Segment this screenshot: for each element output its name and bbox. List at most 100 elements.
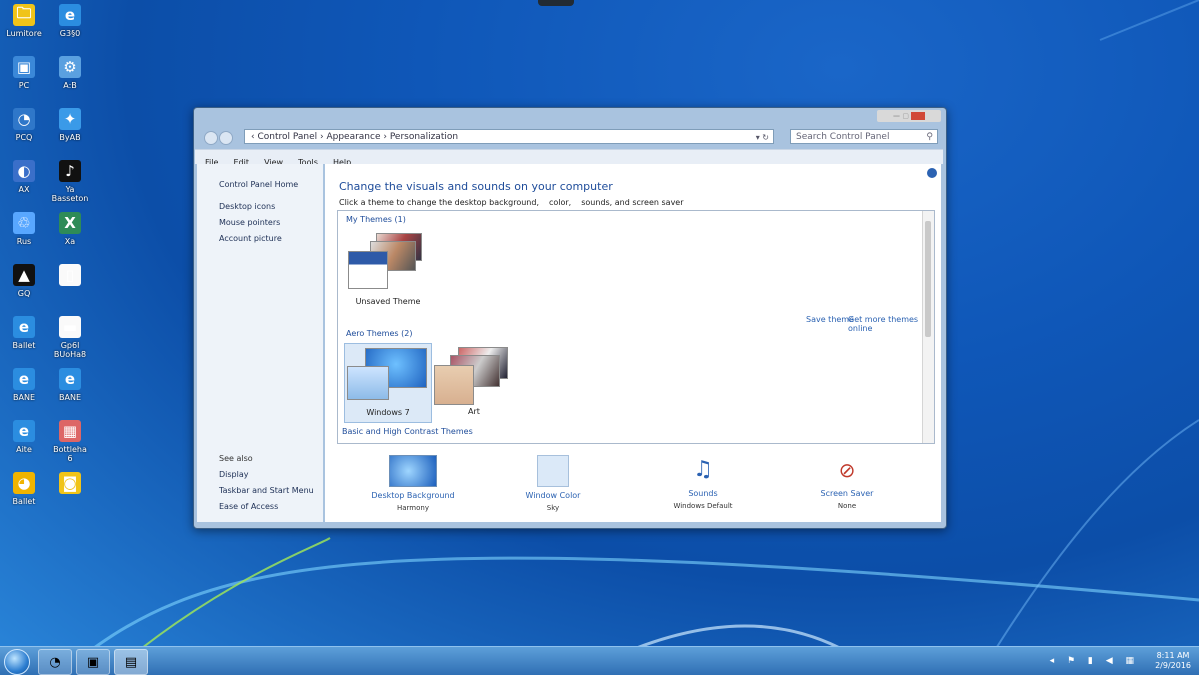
desktop-icon-label: PCQ: [15, 133, 33, 142]
menu-bar: File Edit View Tools Help: [195, 149, 943, 167]
help-icon[interactable]: [927, 168, 937, 178]
screen-saver-button[interactable]: ⊘ Screen Saver None: [797, 455, 897, 510]
save-theme-link[interactable]: Save theme: [806, 315, 854, 324]
nav-control-panel-home[interactable]: Control Panel Home: [219, 180, 298, 189]
nav-see-also: See also: [219, 454, 253, 463]
theme-unsaved-label: Unsaved Theme: [355, 297, 421, 306]
section-my-themes: My Themes (1): [346, 215, 406, 224]
desktop-icon[interactable]: ◙: [47, 472, 93, 497]
system-tray[interactable]: ◂ ⚑ ▮ ◀ ▦: [1050, 656, 1139, 666]
desktop-icon-label: Xa: [64, 237, 76, 246]
desktop-icon[interactable]: ▲ GQ: [1, 264, 47, 298]
desktop-app-icon: ▯: [59, 264, 81, 286]
section-aero-themes: Aero Themes (2): [346, 329, 413, 338]
desktop-app-icon: ◙: [59, 472, 81, 494]
desktop-icon[interactable]: ✦ ByAB: [47, 108, 93, 142]
desktop-icon[interactable]: ▯: [47, 264, 93, 289]
get-more-themes-link[interactable]: Get more themes online: [848, 315, 934, 333]
screen-saver-icon: ⊘: [838, 458, 856, 482]
sounds-icon: ♫: [693, 457, 713, 482]
theme-windows7[interactable]: Windows 7: [344, 343, 432, 423]
desktop-app-icon: ▣: [13, 56, 35, 78]
nav-mouse-pointers[interactable]: Mouse pointers: [219, 218, 280, 227]
taskbar-control-panel-icon[interactable]: ▤: [114, 649, 148, 675]
desktop-app-icon: X: [59, 212, 81, 234]
top-gadget: [538, 0, 574, 6]
desktop-app-icon: ▲: [13, 264, 35, 286]
nav-ease-of-access[interactable]: Ease of Access: [219, 502, 278, 511]
desktop-app-icon: ▦: [59, 420, 81, 442]
desktop-app-icon: ◔: [13, 108, 35, 130]
forward-arrow-icon[interactable]: [219, 131, 233, 145]
desktop-app-icon: ▬: [59, 316, 81, 338]
title-bar[interactable]: — ▢: [194, 108, 946, 128]
taskbar-ie-icon[interactable]: ◔: [38, 649, 72, 675]
desktop-icon[interactable]: X Xa: [47, 212, 93, 246]
window-color-button[interactable]: Window Color Sky: [503, 455, 603, 512]
desktop-icon[interactable]: ▬ Gp6l BUoHa8: [47, 316, 93, 359]
desktop-app-icon: ♪: [59, 160, 81, 182]
desktop-icon-label: PC: [18, 81, 30, 90]
desktop-icon[interactable]: e BANE: [1, 368, 47, 402]
search-input[interactable]: Search Control Panel ⚲: [790, 129, 938, 144]
navigation-row: ‹ Control Panel › Appearance › Personali…: [202, 129, 940, 146]
search-icon[interactable]: ⚲: [926, 130, 933, 145]
desktop-icon[interactable]: e G3§0: [47, 4, 93, 38]
desktop-icon[interactable]: ▦ Bottleha 6: [47, 420, 93, 463]
address-bar[interactable]: ‹ Control Panel › Appearance › Personali…: [244, 129, 774, 144]
theme-art-label: Art: [468, 407, 480, 416]
desktop-icon-label: A:B: [63, 81, 77, 90]
desktop-icon[interactable]: 🗀 Lumitore: [1, 4, 47, 39]
start-button[interactable]: [4, 649, 30, 675]
desktop-icon[interactable]: ▣ PC: [1, 56, 47, 90]
close-button[interactable]: [911, 112, 926, 120]
refresh-icon[interactable]: ▾ ↻: [756, 130, 769, 145]
nav-taskbar[interactable]: Taskbar and Start Menu: [219, 486, 314, 495]
desktop-icon-label: Aite: [16, 445, 32, 454]
desktop-icon-label: Gp6l BUoHa8: [53, 341, 87, 359]
nav-display[interactable]: Display: [219, 470, 249, 479]
desktop-icon[interactable]: ◔ PCQ: [1, 108, 47, 142]
desktop-background-button[interactable]: Desktop Background Harmony: [363, 455, 463, 512]
desktop-icon-label: ByAB: [59, 133, 81, 142]
desktop-app-icon: ⚙: [59, 56, 81, 78]
desktop-icon[interactable]: e Ballet: [1, 316, 47, 350]
desktop-app-icon: e: [13, 368, 35, 390]
content-pane: Change the visuals and sounds on your co…: [325, 164, 941, 522]
theme-list[interactable]: My Themes (1) Unsaved Theme Save theme G…: [337, 210, 935, 444]
desktop-app-icon: e: [13, 420, 35, 442]
desktop-icon[interactable]: ◕ Ballet: [1, 472, 47, 506]
nav-desktop-icons[interactable]: Desktop icons: [219, 202, 275, 211]
page-title: Change the visuals and sounds on your co…: [339, 180, 613, 193]
nav-account-picture[interactable]: Account picture: [219, 234, 282, 243]
desktop-icon-label: Bottleha 6: [53, 445, 87, 463]
desktop-app-icon: ✦: [59, 108, 81, 130]
desktop-icon-label: G3§0: [59, 29, 81, 38]
window-controls[interactable]: — ▢: [877, 110, 941, 122]
desktop-icon-label: Ya Basseton: [51, 185, 89, 203]
desktop-app-icon: 🗀: [13, 4, 35, 26]
personalization-window[interactable]: — ▢ ‹ Control Panel › Appearance › Perso…: [193, 107, 947, 529]
section-basic-themes: Basic and High Contrast Themes: [342, 427, 473, 436]
back-arrow-icon[interactable]: [204, 131, 218, 145]
theme-art[interactable]: Art: [434, 347, 514, 417]
desktop-icon-label: Ballet: [12, 497, 36, 506]
page-description: Click a theme to change the desktop back…: [339, 198, 684, 207]
left-nav-pane: Control Panel Home Desktop icons Mouse p…: [197, 164, 323, 522]
desktop-icon[interactable]: ♪ Ya Basseton: [47, 160, 93, 203]
desktop-icon[interactable]: ◐ AX: [1, 160, 47, 194]
desktop-icon-label: BANE: [13, 393, 35, 402]
taskbar-explorer-icon[interactable]: ▣: [76, 649, 110, 675]
desktop-icon[interactable]: e Aite: [1, 420, 47, 454]
desktop-app-icon: e: [59, 4, 81, 26]
desktop-icon-label: AX: [18, 185, 30, 194]
theme-unsaved[interactable]: [348, 233, 426, 293]
clock[interactable]: 8:11 AM 2/9/2016: [1155, 651, 1191, 671]
theme-windows7-label: Windows 7: [366, 408, 410, 417]
desktop-icon-label: BANE: [59, 393, 81, 402]
desktop-icon[interactable]: e BANE: [47, 368, 93, 402]
desktop-app-icon: ◕: [13, 472, 35, 494]
desktop-icon[interactable]: ♲ Rus: [1, 212, 47, 246]
desktop-icon[interactable]: ⚙ A:B: [47, 56, 93, 90]
sounds-button[interactable]: ♫ Sounds Windows Default: [653, 455, 753, 510]
